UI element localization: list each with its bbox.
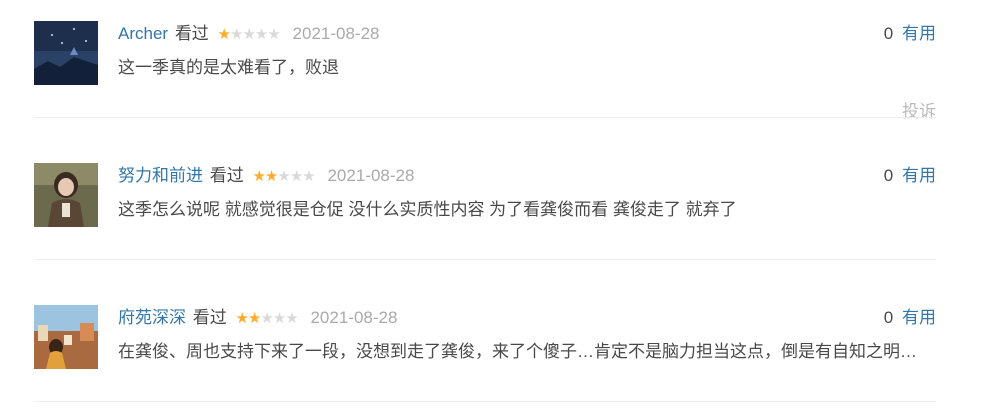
divider [34, 117, 936, 118]
star-icon: ★ [289, 168, 303, 185]
star-icon: ★ [230, 26, 243, 43]
vote-count: 0 [883, 166, 894, 185]
username-link[interactable]: 府苑深深 [118, 308, 186, 327]
star-icon: ★ [254, 26, 268, 43]
vote-area: 0 有用 [884, 305, 936, 331]
review-meta: 努力和前进 看过 ★★★★★ 2021-08-28 [118, 163, 414, 189]
rating-stars: ★★★★★ [235, 306, 298, 332]
star-icon: ★ [264, 168, 278, 185]
watched-status: 看过 [192, 308, 227, 327]
useful-button[interactable]: 有用 [902, 166, 936, 185]
review-meta: Archer 看过 ★★★★★ 2021-08-28 [118, 21, 380, 47]
divider [34, 259, 936, 260]
star-icon: ★ [247, 310, 261, 327]
avatar[interactable] [34, 21, 98, 85]
star-icon: ★ [302, 168, 315, 185]
report-link[interactable]: 投诉 [902, 97, 936, 122]
avatar[interactable] [34, 163, 98, 227]
vote-area: 0 有用 [884, 163, 936, 189]
rating-stars: ★★★★★ [217, 22, 281, 48]
review-text: 在龚俊、周也支持下来了一段，没想到走了龚俊，来了个傻子…肯定不是脑力担当这点，倒… [118, 342, 917, 361]
rating-stars: ★★★★★ [252, 164, 315, 190]
star-icon: ★ [285, 310, 298, 327]
review-date: 2021-08-28 [327, 166, 415, 185]
review-date: 2021-08-28 [292, 24, 380, 43]
useful-button[interactable]: 有用 [902, 24, 936, 43]
star-icon: ★ [267, 26, 280, 43]
star-icon: ★ [252, 168, 265, 185]
star-icon: ★ [217, 26, 231, 43]
star-icon: ★ [272, 310, 286, 327]
star-icon: ★ [235, 310, 248, 327]
username-link[interactable]: 努力和前进 [118, 166, 203, 185]
star-icon: ★ [242, 26, 255, 43]
avatar[interactable] [34, 305, 98, 369]
review-text: 这季怎么说呢 就感觉很是仓促 没什么实质性内容 为了看龚俊而看 龚俊走了 就弃了 [118, 200, 737, 219]
divider [34, 401, 936, 402]
useful-button[interactable]: 有用 [902, 308, 936, 327]
vote-count: 0 [883, 308, 894, 327]
star-icon: ★ [277, 168, 290, 185]
vote-area: 0 有用 [884, 21, 936, 47]
vote-count: 0 [883, 24, 894, 43]
watched-status: 看过 [174, 24, 209, 43]
star-icon: ★ [260, 310, 273, 327]
review-text: 这一季真的是太难看了，败退 [118, 58, 339, 77]
review-date: 2021-08-28 [310, 308, 398, 327]
username-link[interactable]: Archer [118, 24, 168, 43]
review-meta: 府苑深深 看过 ★★★★★ 2021-08-28 [118, 305, 397, 331]
watched-status: 看过 [209, 166, 244, 185]
